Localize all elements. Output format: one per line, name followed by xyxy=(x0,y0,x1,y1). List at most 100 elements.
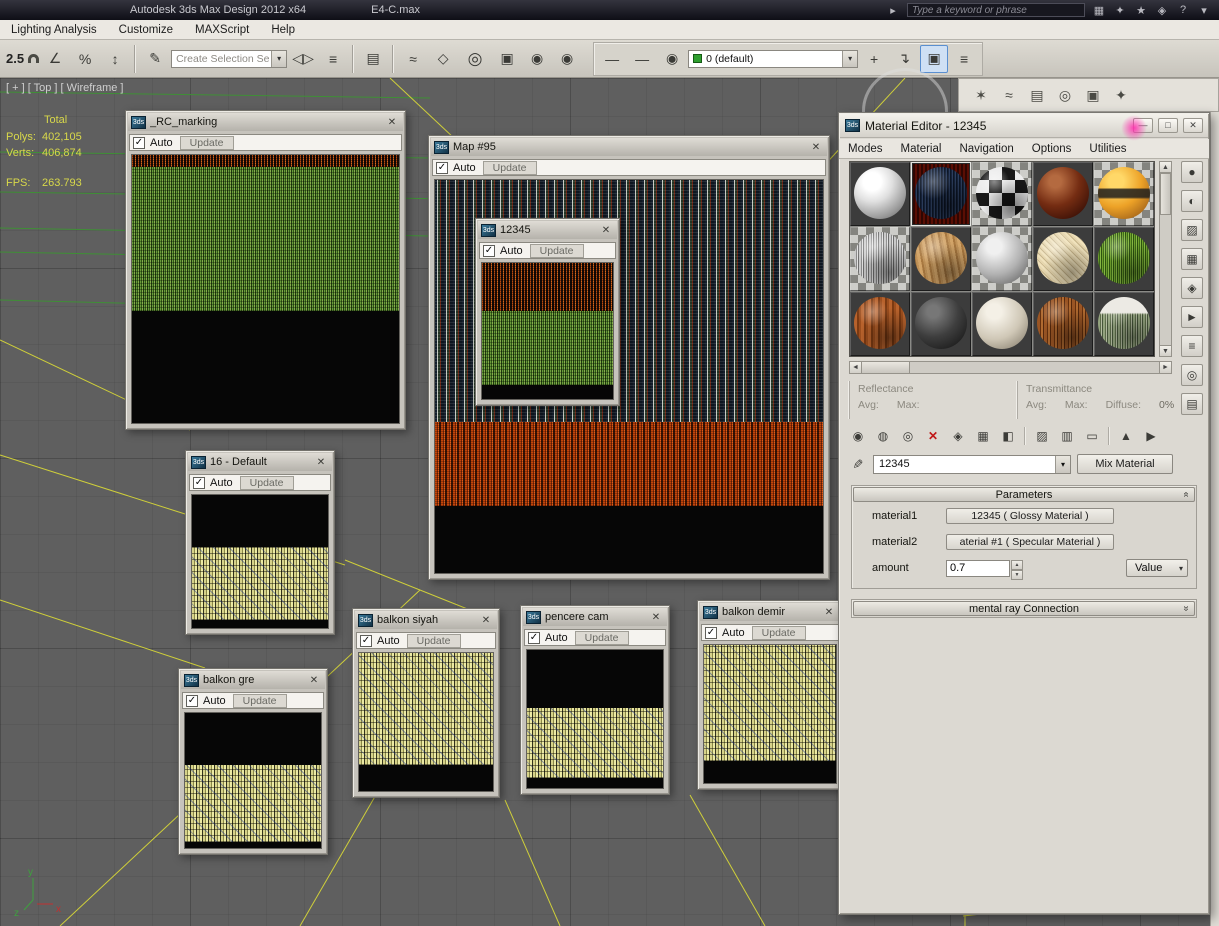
auto-checkbox[interactable]: ✓ xyxy=(186,694,198,707)
go-to-parent-icon[interactable]: ▲ xyxy=(1115,426,1137,446)
window-titlebar[interactable]: 3ds 12345 ✕ xyxy=(478,221,617,239)
material-sample-slot[interactable] xyxy=(1033,227,1093,291)
window-titlebar[interactable]: 3ds Map #95 ✕ xyxy=(431,138,827,156)
close-icon[interactable]: ✕ xyxy=(598,225,614,236)
menu-options[interactable]: Options xyxy=(1023,143,1081,155)
update-button[interactable]: Update xyxy=(239,475,294,490)
maximize-button[interactable]: □ xyxy=(1158,118,1178,133)
dash-line-icon[interactable]: — xyxy=(628,45,656,73)
close-icon[interactable]: ✕ xyxy=(478,615,494,626)
menu-maxscript[interactable]: MAXScript xyxy=(184,20,260,39)
sample-type-icon[interactable]: ● xyxy=(1181,161,1203,183)
chevron-down-icon[interactable]: ▾ xyxy=(271,50,287,67)
map-window-rc-marking[interactable]: 3ds _RC_marking ✕ ✓ Auto Update xyxy=(125,110,406,430)
layer-properties-icon[interactable]: ≡ xyxy=(950,45,978,73)
material-sample-slot[interactable] xyxy=(850,292,910,356)
material-sample-slot[interactable] xyxy=(1094,162,1154,226)
map-window-pencere-cam[interactable]: 3ds pencere cam ✕ ✓ Auto Update xyxy=(520,605,670,795)
window-titlebar[interactable]: 3ds pencere cam ✕ xyxy=(523,608,667,626)
window-titlebar[interactable]: 3ds balkon gre ✕ xyxy=(181,671,325,689)
menu-lighting-analysis[interactable]: Lighting Analysis xyxy=(0,20,108,39)
show-end-result-icon[interactable]: ▭ xyxy=(1081,426,1103,446)
window-titlebar[interactable]: 3ds balkon siyah ✕ xyxy=(355,611,497,629)
material-sample-slot[interactable] xyxy=(972,162,1032,226)
close-icon[interactable]: ✕ xyxy=(306,675,322,686)
go-forward-sibling-icon[interactable]: ▶ xyxy=(1140,426,1162,446)
help-dropdown-icon[interactable]: ▾ xyxy=(1197,4,1211,17)
scrollbar-thumb[interactable] xyxy=(1160,173,1171,215)
scroll-right-icon[interactable]: ► xyxy=(1159,362,1171,373)
layer-manager-icon[interactable]: ▤ xyxy=(359,45,387,73)
auto-checkbox[interactable]: ✓ xyxy=(133,136,145,149)
tab-modify-icon[interactable]: ≈ xyxy=(997,83,1021,107)
render-iterative-icon[interactable]: ◉ xyxy=(553,45,581,73)
window-titlebar[interactable]: 3ds _RC_marking ✕ xyxy=(128,113,403,131)
snaps-toggle-button[interactable]: 2.5 xyxy=(6,51,24,66)
material-sample-slot-active[interactable] xyxy=(911,162,971,226)
align-icon[interactable]: ≡ xyxy=(319,45,347,73)
material-id-icon[interactable]: ◧ xyxy=(997,426,1019,446)
spinner-down-icon[interactable]: ▼ xyxy=(1011,569,1023,580)
update-button[interactable]: Update xyxy=(574,630,629,645)
show-map-in-viewport-icon[interactable]: ▥ xyxy=(1056,426,1078,446)
material-sample-slot[interactable] xyxy=(972,227,1032,291)
map-window-balkon-demir[interactable]: 3ds balkon demir ✕ ✓ Auto Update xyxy=(697,600,843,790)
layer-combo[interactable]: 0 (default) ▾ xyxy=(688,49,859,68)
close-icon[interactable]: ✕ xyxy=(808,142,824,153)
chevron-down-icon[interactable]: ▾ xyxy=(842,50,858,67)
assign-material-icon[interactable]: ◎ xyxy=(897,426,919,446)
make-preview-icon[interactable]: ► xyxy=(1181,306,1203,328)
reset-map-icon[interactable]: ✕ xyxy=(922,426,944,446)
tab-display-icon[interactable]: ▣ xyxy=(1081,83,1105,107)
menu-navigation[interactable]: Navigation xyxy=(950,143,1022,155)
material-sample-slot[interactable] xyxy=(1094,227,1154,291)
window-titlebar[interactable]: 3ds balkon demir ✕ xyxy=(700,603,840,621)
pick-material-eyedropper-icon[interactable]: ✎ xyxy=(847,454,867,474)
mental-ray-rollout-header[interactable]: mental ray Connection » xyxy=(853,601,1195,616)
map-window-balkon-gre[interactable]: 3ds balkon gre ✕ ✓ Auto Update xyxy=(178,668,328,855)
options-icon[interactable]: ≡ xyxy=(1181,335,1203,357)
render-production-icon[interactable]: ◉ xyxy=(523,45,551,73)
scroll-up-icon[interactable]: ▲ xyxy=(1160,162,1171,173)
spinner-snap-icon[interactable]: ↕ xyxy=(101,45,129,73)
put-material-icon[interactable]: ◍ xyxy=(872,426,894,446)
palette-horizontal-scrollbar[interactable]: ◄ ► xyxy=(849,361,1172,374)
menu-material[interactable]: Material xyxy=(892,143,951,155)
backlight-icon[interactable]: ◐ xyxy=(1181,190,1203,212)
put-to-library-icon[interactable]: ▦ xyxy=(972,426,994,446)
infocenter-search-input[interactable] xyxy=(907,3,1085,17)
angle-snap-icon[interactable]: ∠ xyxy=(41,45,69,73)
close-icon[interactable]: ✕ xyxy=(384,117,400,128)
palette-vertical-scrollbar[interactable]: ▲ ▼ xyxy=(1159,161,1172,357)
update-button[interactable]: Update xyxy=(406,633,461,648)
named-selection-sets-icon[interactable]: ✎ xyxy=(141,45,169,73)
eye-icon[interactable]: ◉ xyxy=(658,45,686,73)
scroll-left-icon[interactable]: ◄ xyxy=(850,362,862,373)
create-new-layer-icon[interactable]: + xyxy=(860,45,888,73)
close-button[interactable]: ✕ xyxy=(1183,118,1203,133)
make-unique-icon[interactable]: ◈ xyxy=(947,426,969,446)
material2-button[interactable]: aterial #1 ( Specular Material ) xyxy=(946,534,1114,550)
app-titlebar[interactable]: Autodesk 3ds Max Design 2012 x64 E4-C.ma… xyxy=(0,0,1219,20)
material-sample-slot[interactable] xyxy=(972,292,1032,356)
map-window-16-default[interactable]: 3ds 16 - Default ✕ ✓ Auto Update xyxy=(185,450,335,635)
render-setup-icon[interactable]: ◎ xyxy=(459,45,491,73)
map-window-12345[interactable]: 3ds 12345 ✕ ✓ Auto Update xyxy=(475,218,620,406)
tab-create-icon[interactable]: ✶ xyxy=(969,83,993,107)
tab-motion-icon[interactable]: ◎ xyxy=(1053,83,1077,107)
material1-button[interactable]: 12345 ( Glossy Material ) xyxy=(946,508,1114,524)
menu-help[interactable]: Help xyxy=(260,20,306,39)
spinner-up-icon[interactable]: ▲ xyxy=(1011,559,1023,570)
background-icon[interactable]: ▨ xyxy=(1181,219,1203,241)
auto-checkbox[interactable]: ✓ xyxy=(193,476,205,489)
material-editor-titlebar[interactable]: 3ds Material Editor - 12345 — □ ✕ xyxy=(840,114,1208,138)
material-type-button[interactable]: Mix Material xyxy=(1077,454,1173,474)
amount-spinner[interactable]: ▲ ▼ xyxy=(1011,559,1023,580)
subscription-key-icon[interactable]: ✦ xyxy=(1113,4,1127,17)
update-button[interactable]: Update xyxy=(751,625,806,640)
tab-hierarchy-icon[interactable]: ▤ xyxy=(1025,83,1049,107)
show-background-icon[interactable]: ▨ xyxy=(1031,426,1053,446)
material-editor-window[interactable]: 3ds Material Editor - 12345 — □ ✕ Modes … xyxy=(838,112,1210,915)
material-sample-slot[interactable] xyxy=(1033,292,1093,356)
material-sample-slot[interactable] xyxy=(1094,292,1154,356)
